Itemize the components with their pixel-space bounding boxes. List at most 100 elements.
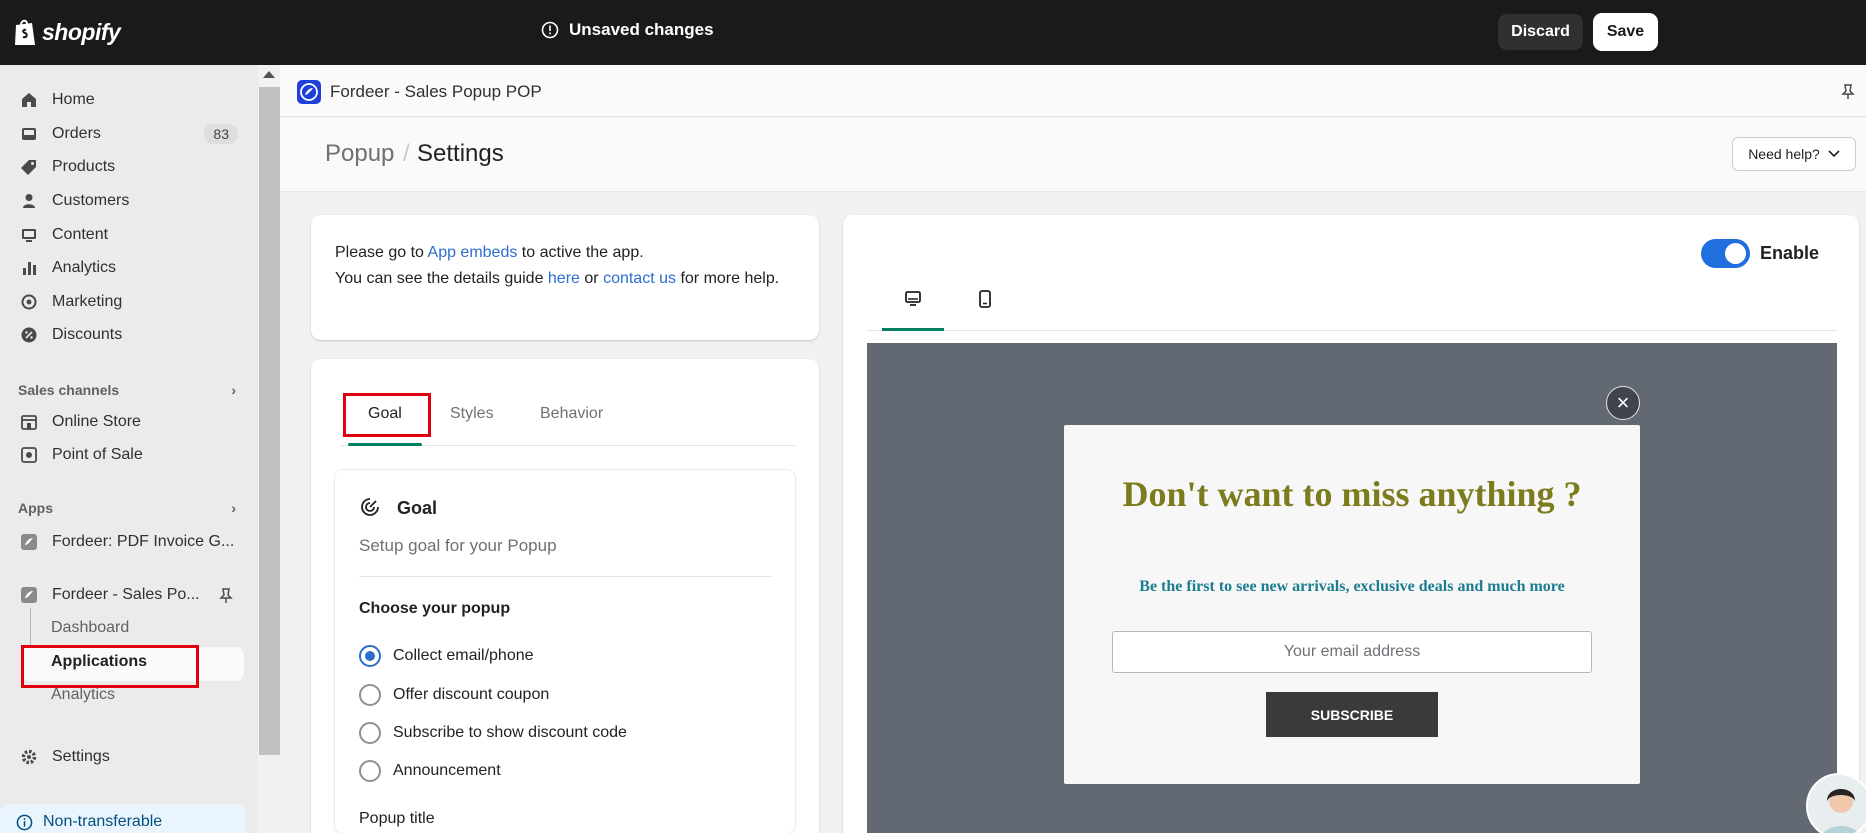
breadcrumb-popup[interactable]: Popup — [325, 140, 394, 168]
radio-offer-discount[interactable]: Offer discount coupon — [359, 684, 549, 706]
goal-target-icon — [361, 498, 379, 516]
breadcrumb-separator: / — [403, 140, 410, 167]
sidebar-item-label: Settings — [52, 748, 110, 765]
page-title: Settings — [417, 140, 504, 167]
goal-divider — [359, 576, 771, 577]
mobile-icon[interactable] — [975, 289, 995, 309]
unsaved-changes-indicator: Unsaved changes — [541, 20, 714, 40]
tab-styles[interactable]: Styles — [450, 405, 494, 423]
popup-subscribe-button[interactable]: SUBSCRIBE — [1266, 692, 1438, 737]
radio-label: Announcement — [393, 762, 501, 779]
shopify-wordmark: shopify — [42, 18, 121, 45]
active-tab-indicator — [348, 443, 422, 446]
page-header — [280, 118, 1866, 192]
sidebar-item-marketing[interactable]: Marketing — [20, 287, 240, 317]
tab-behavior[interactable]: Behavior — [540, 405, 603, 423]
sales-channels-heading-label: Sales channels — [18, 382, 120, 398]
info-text: or — [579, 270, 604, 287]
radio-button[interactable] — [359, 722, 381, 744]
sidebar-subitem-dashboard[interactable]: Dashboard — [51, 619, 129, 637]
enable-toggle[interactable] — [1701, 239, 1750, 268]
shopify-logo[interactable]: shopify — [12, 17, 121, 47]
sidebar-item-settings[interactable]: Settings — [20, 742, 240, 772]
radio-button-selected[interactable] — [359, 645, 381, 667]
avatar-person-icon — [1823, 789, 1859, 833]
radio-label: Collect email/phone — [393, 647, 534, 664]
sidebar-item-content[interactable]: Content — [20, 220, 240, 250]
tag-icon — [21, 160, 36, 175]
close-icon[interactable]: × — [1606, 386, 1640, 420]
sidebar-item-products[interactable]: Products — [20, 152, 240, 182]
home-icon — [22, 93, 36, 107]
top-bar: shopify Unsaved changes Discard Save — [0, 0, 1866, 65]
radio-button[interactable] — [359, 760, 381, 782]
sidebar-item-label: Discounts — [52, 326, 123, 343]
sidebar-subitem-analytics[interactable]: Analytics — [51, 686, 115, 704]
sidebar-item-label: Home — [52, 91, 95, 108]
radio-button[interactable] — [359, 684, 381, 706]
sidebar-item-fordeer-sales-popup[interactable]: Fordeer - Sales Po... — [20, 580, 240, 610]
popup-email-input[interactable] — [1112, 631, 1592, 673]
radio-collect-email[interactable]: Collect email/phone — [359, 645, 534, 667]
radio-subscribe-discount[interactable]: Subscribe to show discount code — [359, 722, 627, 744]
pin-icon[interactable] — [218, 587, 234, 605]
enable-label: Enable — [1760, 243, 1820, 263]
goal-card-title: Goal — [397, 498, 438, 518]
sidebar-item-label: Products — [52, 158, 116, 175]
sidebar-item-label: Content — [52, 226, 109, 243]
radio-announcement[interactable]: Announcement — [359, 760, 501, 782]
fordeer-logo-icon — [300, 83, 318, 101]
choose-popup-heading: Choose your popup — [359, 600, 511, 617]
sidebar-item-home[interactable]: Home — [20, 85, 240, 115]
sidebar-item-label: Fordeer: PDF Invoice G... — [52, 533, 235, 550]
save-button[interactable]: Save — [1593, 13, 1658, 51]
sidebar-item-fordeer-pdf[interactable]: Fordeer: PDF Invoice G... — [20, 527, 240, 557]
bar-chart-icon — [23, 262, 36, 275]
highlight-box-goal-tab — [343, 393, 431, 437]
info-text: Please go to — [335, 244, 428, 261]
here-link[interactable]: here — [548, 270, 580, 287]
store-icon — [21, 415, 37, 430]
apps-heading[interactable]: Apps › — [18, 500, 236, 516]
sidebar-item-online-store[interactable]: Online Store — [20, 407, 240, 437]
non-transferable-banner[interactable]: Non-transferable — [0, 804, 246, 833]
person-icon — [23, 194, 35, 208]
chevron-down-icon — [1828, 150, 1840, 158]
scrollbar-thumb[interactable] — [259, 87, 280, 755]
discard-button[interactable]: Discard — [1498, 14, 1583, 50]
content-icon — [22, 229, 36, 242]
need-help-button[interactable]: Need help? — [1732, 137, 1856, 171]
fordeer-app-icon — [21, 534, 37, 550]
sidebar-item-point-of-sale[interactable]: Point of Sale — [20, 440, 240, 470]
pin-icon[interactable] — [1840, 83, 1856, 101]
orders-count-badge: 83 — [204, 124, 238, 144]
info-text: for more help. — [676, 270, 780, 287]
sidebar-item-label: Marketing — [52, 293, 123, 310]
chevron-right-icon: › — [231, 382, 236, 398]
support-avatar[interactable] — [1806, 773, 1866, 833]
sidebar-item-label: Orders — [52, 125, 101, 142]
target-icon — [21, 294, 37, 310]
popup-subheading: Be the first to see new arrivals, exclus… — [1139, 578, 1565, 595]
sidebar-item-orders[interactable]: Orders 83 — [20, 119, 240, 149]
sidebar-item-label: Analytics — [52, 259, 117, 276]
sidebar-item-label: Point of Sale — [52, 446, 143, 463]
sales-channels-heading[interactable]: Sales channels › — [18, 382, 236, 398]
apps-heading-label: Apps — [18, 500, 53, 516]
sidebar-item-analytics[interactable]: Analytics — [20, 253, 240, 283]
sidebar-item-discounts[interactable]: Discounts — [20, 320, 240, 350]
sidebar-item-customers[interactable]: Customers — [20, 186, 240, 216]
app-embeds-link[interactable]: App embeds — [428, 244, 518, 261]
sidebar-item-label: Online Store — [52, 413, 141, 430]
desktop-icon[interactable] — [903, 289, 923, 309]
scroll-up-arrow-icon[interactable] — [263, 71, 275, 78]
popup-title-label: Popup title — [359, 810, 435, 827]
discount-icon — [21, 327, 37, 343]
info-text: You can see the details guide — [335, 270, 548, 287]
popup-heading: Don't want to miss anything ? — [1122, 474, 1582, 514]
contact-us-link[interactable]: contact us — [603, 270, 676, 287]
gear-icon — [21, 749, 37, 765]
alert-circle-icon — [541, 21, 559, 39]
goal-card-subtitle: Setup goal for your Popup — [359, 536, 557, 555]
pos-icon — [21, 447, 37, 463]
